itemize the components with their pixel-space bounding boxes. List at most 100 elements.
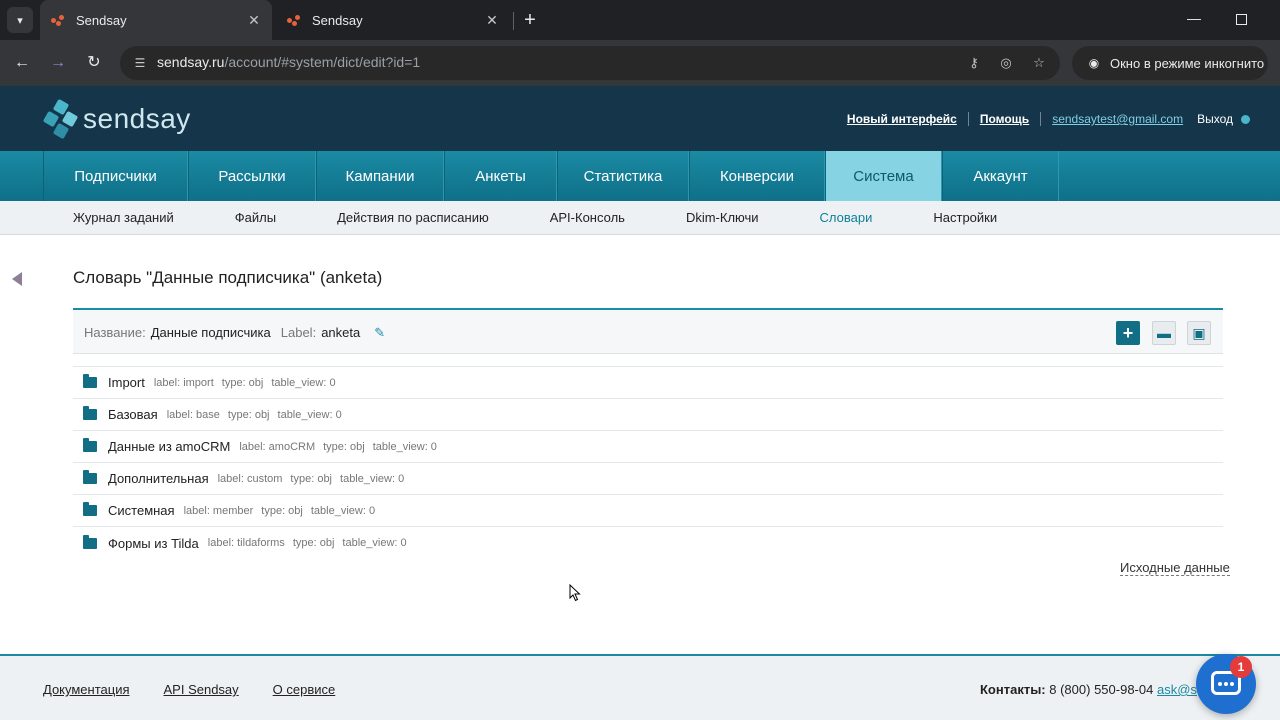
open-folder-button[interactable]: ▬ bbox=[1152, 321, 1176, 345]
nav-account[interactable]: Аккаунт bbox=[942, 151, 1059, 201]
contacts-email-link[interactable]: ask@s bbox=[1157, 682, 1197, 697]
pencil-icon[interactable]: ✎ bbox=[374, 325, 388, 340]
tree-item-type: type: obj bbox=[323, 440, 365, 453]
footer-docs-link[interactable]: Документация bbox=[43, 682, 130, 697]
tree-row[interactable]: Формы из Tilda label: tildaforms type: o… bbox=[73, 527, 1223, 559]
main-navigation: Подписчики Рассылки Кампании Анкеты Стат… bbox=[0, 151, 1280, 201]
star-icon[interactable]: ☆ bbox=[1030, 54, 1048, 72]
tree-item-label: label: base bbox=[166, 408, 220, 421]
name-value: Данные подписчика bbox=[150, 325, 271, 340]
incognito-icon: ◉ bbox=[1088, 56, 1100, 70]
address-bar[interactable]: ☰ sendsay.ru/account/#system/dict/edit?i… bbox=[120, 46, 1060, 80]
name-label: Название: bbox=[84, 325, 146, 340]
trash-icon: ▣ bbox=[1192, 324, 1206, 341]
subnav-dictionaries[interactable]: Словари bbox=[820, 201, 873, 235]
dictionary-header-box: Название: Данные подписчика Label: anket… bbox=[73, 308, 1223, 354]
contacts-label: Контакты: bbox=[980, 682, 1046, 697]
nav-conversions[interactable]: Конверсии bbox=[689, 151, 825, 201]
tree-item-name[interactable]: Базовая bbox=[108, 407, 158, 422]
folder-icon bbox=[83, 470, 97, 484]
header-divider bbox=[967, 112, 969, 126]
back-triangle-icon[interactable] bbox=[12, 272, 22, 286]
nav-campaigns[interactable]: Кампании bbox=[316, 151, 444, 201]
minimize-icon[interactable]: — bbox=[1186, 10, 1202, 30]
tree-row[interactable]: Системная label: member type: obj table_… bbox=[73, 495, 1223, 527]
logout-link[interactable]: Выход bbox=[1197, 112, 1233, 126]
sendsay-favicon-icon bbox=[286, 12, 302, 28]
tree-item-name[interactable]: Формы из Tilda bbox=[108, 536, 199, 551]
nav-subscribers[interactable]: Подписчики bbox=[43, 151, 188, 201]
subnav-task-log[interactable]: Журнал заданий bbox=[73, 201, 174, 235]
sendsay-logo[interactable]: sendsay bbox=[42, 98, 191, 140]
tree-item-name[interactable]: Import bbox=[108, 375, 145, 390]
tab-divider bbox=[513, 12, 514, 30]
tree-row[interactable]: Данные из amoCRM label: amoCRM type: obj… bbox=[73, 431, 1223, 463]
tree-item-label: label: import bbox=[153, 376, 214, 389]
tree-item-label: label: member bbox=[183, 504, 254, 517]
tree-item-table-view: table_view: 0 bbox=[372, 440, 437, 453]
subnav-api-console[interactable]: API-Консоль bbox=[550, 201, 625, 235]
tree-item-table-view: table_view: 0 bbox=[310, 504, 376, 517]
tree-item-label: label: custom bbox=[217, 472, 283, 485]
tree-item-type: type: obj bbox=[290, 472, 333, 485]
new-interface-link[interactable]: Новый интерфейс bbox=[847, 112, 957, 126]
tree-item-type: type: obj bbox=[221, 376, 264, 389]
folder-open-icon: ▬ bbox=[1157, 325, 1171, 341]
forward-arrow-icon[interactable]: → bbox=[48, 53, 68, 73]
subnav-settings[interactable]: Настройки bbox=[933, 201, 997, 235]
subnav-scheduled-actions[interactable]: Действия по расписанию bbox=[337, 201, 489, 235]
sub-navigation: Журнал заданий Файлы Действия по расписа… bbox=[0, 201, 1280, 235]
nav-system[interactable]: Система bbox=[825, 151, 942, 201]
incognito-indicator[interactable]: ◉ Окно в режиме инкогнито bbox=[1072, 46, 1268, 80]
browser-tab-inactive[interactable]: Sendsay ✕ bbox=[276, 0, 510, 40]
tree-row[interactable]: Import label: import type: obj table_vie… bbox=[73, 367, 1223, 399]
tab-search-button[interactable]: ▾ bbox=[7, 7, 33, 33]
tree-item-table-view: table_view: 0 bbox=[342, 537, 407, 549]
subnav-dkim-keys[interactable]: Dkim-Ключи bbox=[686, 201, 759, 235]
footer-api-link[interactable]: API Sendsay bbox=[164, 682, 239, 697]
tree-item-name[interactable]: Системная bbox=[108, 503, 175, 518]
folder-icon bbox=[83, 502, 97, 516]
close-icon[interactable]: ✕ bbox=[246, 12, 262, 28]
back-arrow-icon[interactable]: ← bbox=[12, 53, 32, 73]
tab-title: Sendsay bbox=[76, 12, 127, 28]
add-button[interactable]: + bbox=[1116, 321, 1140, 345]
new-tab-icon[interactable]: + bbox=[519, 9, 541, 31]
tree-row[interactable]: Базовая label: base type: obj table_view… bbox=[73, 399, 1223, 431]
browser-tabbar: ▾ Sendsay ✕ Sendsay ✕ + — bbox=[0, 0, 1280, 40]
nav-statistics[interactable]: Статистика bbox=[557, 151, 689, 201]
tree-item-label: label: tildaforms bbox=[207, 537, 285, 549]
eye-off-icon[interactable]: ◎ bbox=[997, 54, 1015, 72]
site-settings-icon[interactable]: ☰ bbox=[132, 55, 148, 71]
delete-button[interactable]: ▣ bbox=[1187, 321, 1211, 345]
folder-icon bbox=[83, 406, 97, 420]
footer-links: Документация API Sendsay О сервисе bbox=[43, 682, 369, 697]
chat-unread-badge: 1 bbox=[1230, 656, 1252, 678]
key-icon[interactable]: ⚷ bbox=[965, 54, 983, 72]
logo-text: sendsay bbox=[83, 103, 191, 134]
browser-tab-active[interactable]: Sendsay ✕ bbox=[40, 0, 272, 40]
tree-row[interactable]: Дополнительная label: custom type: obj t… bbox=[73, 463, 1223, 495]
header-links: Новый интерфейс Помощь sendsaytest@gmail… bbox=[847, 112, 1250, 126]
url-text: sendsay.ru/account/#system/dict/edit?id=… bbox=[157, 54, 421, 70]
account-email-link[interactable]: sendsaytest@gmail.com bbox=[1052, 112, 1183, 126]
subnav-files[interactable]: Файлы bbox=[235, 201, 276, 235]
footer-about-link[interactable]: О сервисе bbox=[273, 682, 336, 697]
tree-item-name[interactable]: Данные из amoCRM bbox=[108, 439, 230, 454]
dictionary-info: Название: Данные подписчика Label: anket… bbox=[84, 325, 388, 340]
incognito-label: Окно в режиме инкогнито bbox=[1110, 55, 1265, 71]
source-data-link[interactable]: Исходные данные bbox=[1120, 560, 1230, 576]
tree-item-type: type: obj bbox=[261, 504, 303, 517]
reload-icon[interactable]: ↻ bbox=[84, 53, 104, 73]
tree-item-table-view: table_view: 0 bbox=[271, 376, 336, 389]
tree-item-name[interactable]: Дополнительная bbox=[108, 471, 209, 486]
close-icon[interactable]: ✕ bbox=[484, 12, 500, 28]
help-link[interactable]: Помощь bbox=[980, 112, 1029, 126]
contacts-phone: 8 (800) 550-98-04 bbox=[1049, 682, 1154, 697]
nav-mailings[interactable]: Рассылки bbox=[188, 151, 316, 201]
mouse-cursor-icon bbox=[569, 584, 581, 602]
nav-forms[interactable]: Анкеты bbox=[444, 151, 557, 201]
maximize-icon[interactable] bbox=[1236, 14, 1247, 25]
folder-icon bbox=[83, 438, 97, 452]
logout-dot-icon[interactable] bbox=[1241, 114, 1250, 124]
